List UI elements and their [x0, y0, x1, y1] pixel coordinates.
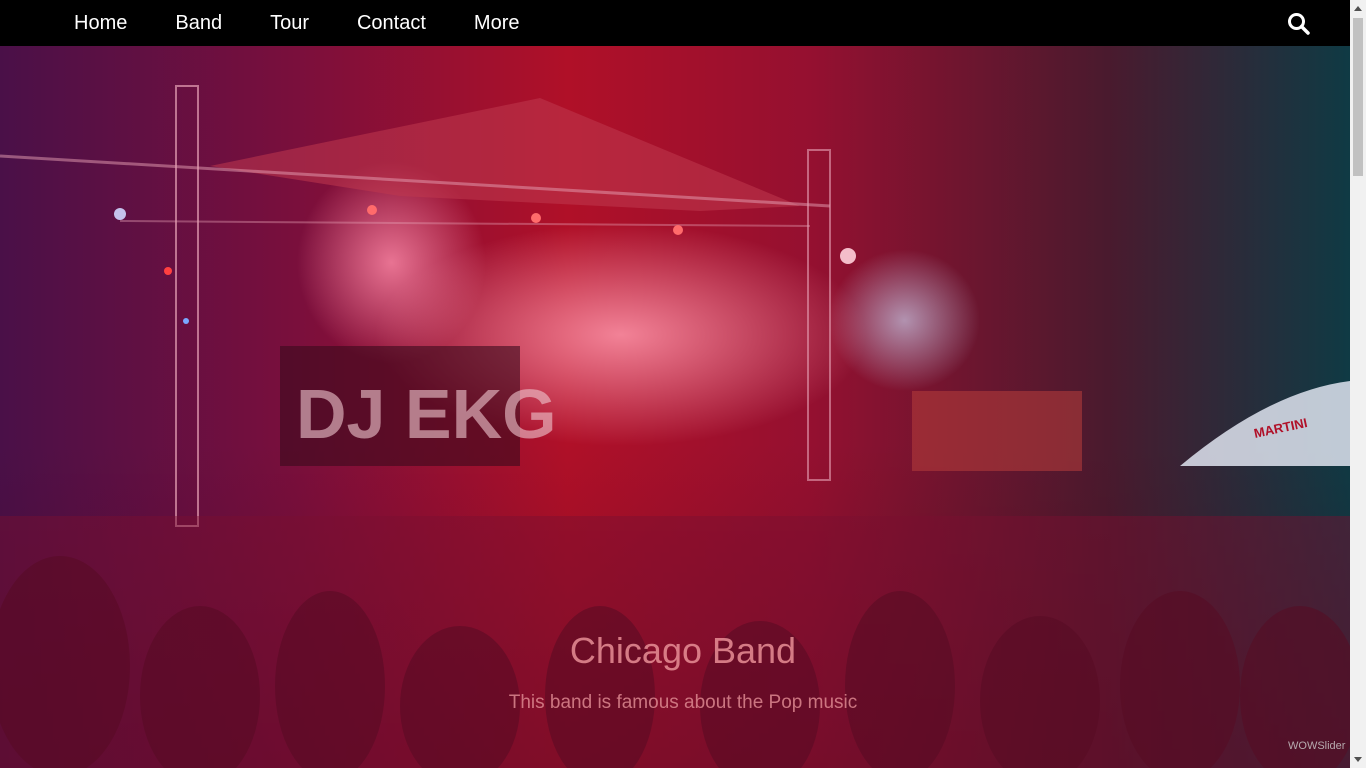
hero-title: Chicago Band [569, 630, 797, 671]
nav-item-home[interactable]: Home [50, 0, 151, 46]
nav-item-tour[interactable]: Tour [246, 0, 333, 46]
nav-menu: Home Band Tour Contact More [50, 0, 544, 46]
nav-item-band[interactable]: Band [151, 0, 246, 46]
hero-slider: DJ EKG MARTINI Chicago Band This band is… [0, 46, 1350, 768]
vertical-scrollbar[interactable] [1350, 0, 1366, 768]
scroll-up-arrow-icon[interactable] [1354, 6, 1362, 11]
search-icon [1288, 13, 1310, 35]
scroll-thumb[interactable] [1353, 18, 1363, 176]
nav-item-contact[interactable]: Contact [333, 0, 450, 46]
slider-watermark: WOWSlider [1288, 740, 1346, 752]
scroll-down-arrow-icon[interactable] [1354, 757, 1362, 762]
top-navbar: Home Band Tour Contact More [0, 0, 1350, 46]
search-button[interactable] [1286, 11, 1312, 37]
nav-item-more[interactable]: More [450, 0, 544, 46]
stage-sign: DJ EKG [296, 375, 557, 453]
hero-subtitle: This band is famous about the Pop music [508, 692, 858, 713]
